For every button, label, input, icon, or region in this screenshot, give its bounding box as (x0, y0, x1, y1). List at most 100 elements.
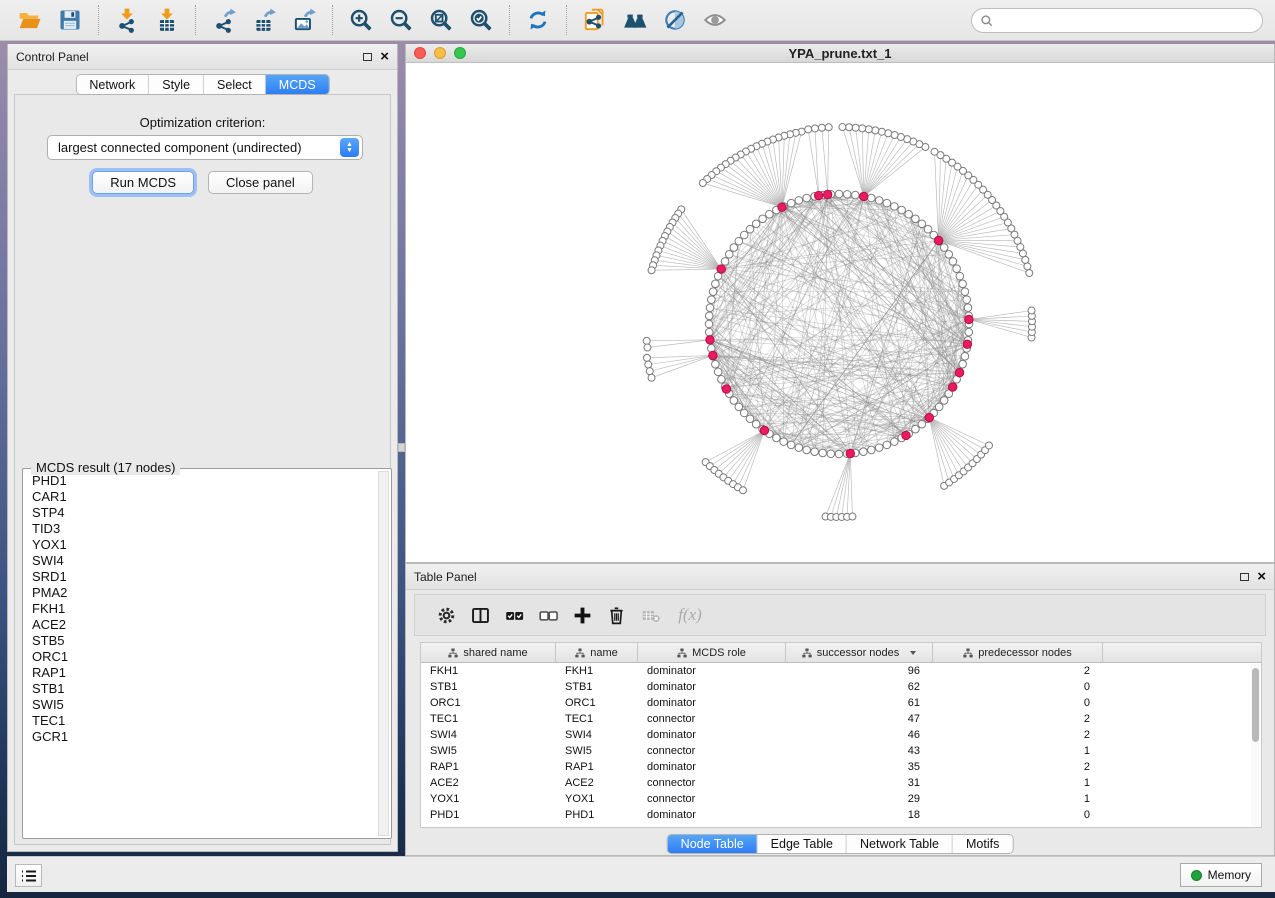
table-row[interactable]: RAP1RAP1dominator352 (421, 759, 1261, 775)
cell-name: YOX1 (556, 793, 638, 805)
sort-descending-icon (910, 651, 916, 655)
tree-icon (963, 648, 973, 658)
control-panel-tabs: NetworkStyleSelectMCDS (75, 74, 329, 95)
search-network-button[interactable] (617, 3, 653, 37)
clear-table-icon (640, 605, 661, 626)
tab-motifs[interactable]: Motifs (953, 835, 1012, 853)
zoom-in-button[interactable] (343, 3, 379, 37)
zoom-in-icon (348, 7, 374, 33)
import-table-button[interactable] (149, 3, 185, 37)
add-row-icon (572, 605, 593, 626)
zoom-out-button[interactable] (383, 3, 419, 37)
table-scrollbar-thumb[interactable] (1252, 668, 1259, 742)
export-image-button[interactable] (286, 3, 322, 37)
share-document-button[interactable] (577, 3, 613, 37)
run-mcds-button[interactable]: Run MCDS (92, 171, 194, 194)
mcds-result-item[interactable]: CAR1 (27, 489, 377, 505)
mcds-result-item[interactable]: SRD1 (27, 569, 377, 585)
birds-eye-icon (702, 7, 728, 33)
table-scrollbar[interactable] (1251, 664, 1260, 826)
show-columns-button[interactable] (463, 599, 497, 631)
cell-predecessor-nodes: 2 (933, 665, 1103, 677)
mcds-result-item[interactable]: PMA2 (27, 585, 377, 601)
mcds-result-item[interactable]: TEC1 (27, 713, 377, 729)
table-row[interactable]: ORC1ORC1dominator610 (421, 695, 1261, 711)
mcds-result-item[interactable]: SWI5 (27, 697, 377, 713)
deselect-all-button[interactable] (531, 599, 565, 631)
search-input[interactable] (994, 11, 1262, 31)
column-settings-icon (436, 605, 457, 626)
column-header-name[interactable]: name (556, 643, 638, 662)
tab-select[interactable]: Select (204, 75, 266, 94)
cell-predecessor-nodes: 2 (933, 713, 1103, 725)
mcds-result-item[interactable]: RAP1 (27, 665, 377, 681)
tab-node-table[interactable]: Node Table (668, 835, 758, 853)
table-row[interactable]: FKH1FKH1dominator962 (421, 663, 1261, 679)
mcds-result-item[interactable]: STB5 (27, 633, 377, 649)
import-network-button[interactable] (109, 3, 145, 37)
tab-network-table[interactable]: Network Table (847, 835, 953, 853)
table-row[interactable]: STB1STB1dominator620 (421, 679, 1261, 695)
export-network-button[interactable] (206, 3, 242, 37)
tab-mcds[interactable]: MCDS (266, 75, 329, 94)
refresh-button[interactable] (520, 3, 556, 37)
close-panel-icon[interactable]: × (380, 52, 389, 62)
column-header-predecessor-nodes[interactable]: predecessor nodes (933, 643, 1103, 662)
select-all-button[interactable] (497, 599, 531, 631)
open-session-button[interactable] (12, 3, 48, 37)
column-header-MCDS-role[interactable]: MCDS role (638, 643, 786, 662)
mcds-result-item[interactable]: PHD1 (27, 473, 377, 489)
export-table-button[interactable] (246, 3, 282, 37)
close-panel-icon[interactable]: × (1257, 572, 1266, 582)
mcds-result-item[interactable]: FKH1 (27, 601, 377, 617)
mcds-result-item[interactable]: TID3 (27, 521, 377, 537)
criterion-select[interactable]: largest connected component (undirected)… (47, 135, 363, 160)
network-canvas[interactable] (406, 63, 1274, 561)
column-header-successor-nodes[interactable]: successor nodes (786, 643, 933, 662)
mcds-result-item[interactable]: GCR1 (27, 729, 377, 745)
table-row[interactable]: ACE2ACE2connector311 (421, 775, 1261, 791)
table-row[interactable]: YOX1YOX1connector291 (421, 791, 1261, 807)
tab-edge-table[interactable]: Edge Table (758, 835, 847, 853)
mcds-list-scrollbar[interactable] (378, 471, 389, 836)
zoom-selected-button[interactable] (463, 3, 499, 37)
zoom-fit-button[interactable] (423, 3, 459, 37)
delete-row-button[interactable] (599, 599, 633, 631)
close-panel-button[interactable]: Close panel (208, 171, 313, 194)
tab-network[interactable]: Network (76, 75, 149, 94)
table-row[interactable]: PHD1PHD1dominator180 (421, 807, 1261, 823)
mcds-result-item[interactable]: YOX1 (27, 537, 377, 553)
graphics-details-button[interactable] (657, 3, 693, 37)
tree-icon (575, 648, 585, 658)
tab-style[interactable]: Style (149, 75, 204, 94)
column-settings-button[interactable] (429, 599, 463, 631)
mcds-result-item[interactable]: STP4 (27, 505, 377, 521)
search-box[interactable] (971, 8, 1263, 33)
mcds-result-item[interactable]: STB1 (27, 681, 377, 697)
column-label: successor nodes (817, 647, 900, 659)
mcds-result-item[interactable]: ACE2 (27, 617, 377, 633)
add-row-button[interactable] (565, 599, 599, 631)
cell-successor-nodes: 29 (786, 793, 933, 805)
birds-eye-button[interactable] (697, 3, 733, 37)
mcds-result-list[interactable]: PHD1CAR1STP4TID3YOX1SWI4SRD1PMA2FKH1ACE2… (27, 473, 377, 834)
vertical-splitter-handle[interactable] (398, 443, 405, 452)
float-panel-icon[interactable] (1240, 573, 1249, 581)
memory-button[interactable]: Memory (1180, 863, 1262, 887)
table-row[interactable]: TEC1TEC1connector472 (421, 711, 1261, 727)
cell-shared-name: TEC1 (421, 713, 556, 725)
task-history-button[interactable] (15, 864, 42, 887)
column-header-shared-name[interactable]: shared name (421, 643, 556, 662)
delete-row-icon (606, 605, 627, 626)
table-row[interactable]: SWI5SWI5connector431 (421, 743, 1261, 759)
float-panel-icon[interactable] (363, 53, 372, 61)
column-label: name (590, 647, 618, 659)
mcds-result-item[interactable]: ORC1 (27, 649, 377, 665)
save-session-button[interactable] (52, 3, 88, 37)
cell-MCDS-role: dominator (638, 665, 786, 677)
mcds-result-item[interactable]: SWI4 (27, 553, 377, 569)
save-session-icon (57, 7, 83, 33)
table-row[interactable]: SWI4SWI4dominator462 (421, 727, 1261, 743)
cell-predecessor-nodes: 1 (933, 745, 1103, 757)
select-all-icon (504, 605, 525, 626)
